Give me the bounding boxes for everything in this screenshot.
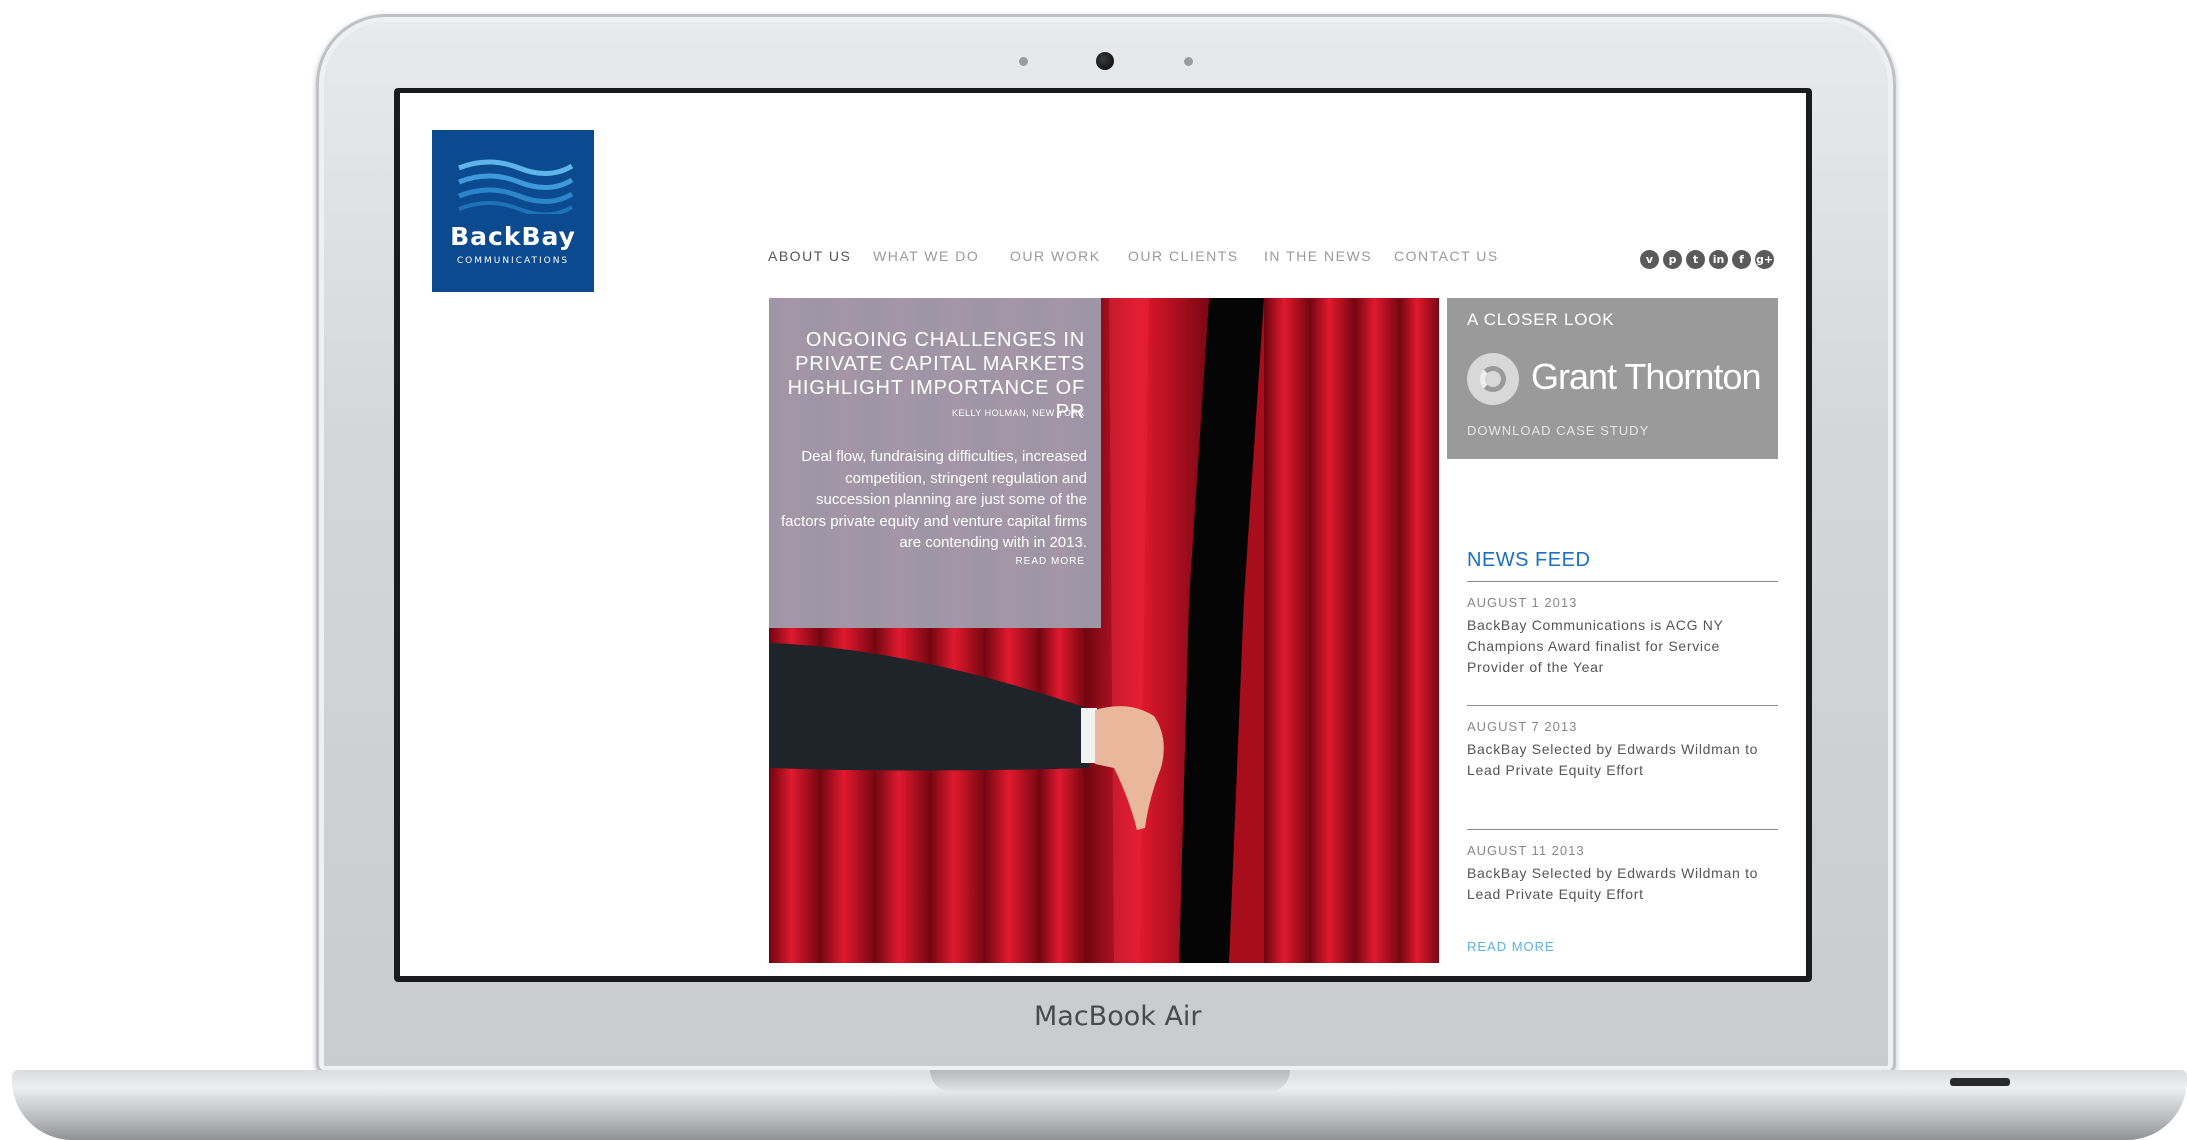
news-item[interactable]: AUGUST 11 2013 BackBay Selected by Edwar…: [1467, 843, 1778, 905]
news-divider: [1467, 829, 1778, 830]
feature-body: Deal flow, fundraising difficulties, inc…: [781, 448, 1087, 551]
news-read-more-link[interactable]: READ MORE: [1467, 939, 1555, 954]
nav-in-the-news[interactable]: IN THE NEWS: [1264, 248, 1372, 264]
base-slot: [1950, 1078, 2010, 1086]
news-date: AUGUST 11 2013: [1467, 843, 1585, 858]
nav-about-us[interactable]: ABOUT US: [768, 248, 851, 264]
news-text[interactable]: BackBay Selected by Edwards Wildman to L…: [1467, 863, 1778, 905]
sensor-right: [1184, 57, 1193, 66]
base-notch: [930, 1070, 1290, 1092]
hero-curtain-image: ONGOING CHALLENGES IN PRIVATE CAPITAL MA…: [769, 298, 1439, 963]
news-item[interactable]: AUGUST 7 2013 BackBay Selected by Edward…: [1467, 719, 1778, 781]
backbay-logo[interactable]: BackBay COMMUNICATIONS: [432, 130, 594, 292]
news-divider: [1467, 581, 1778, 582]
twitter-icon[interactable]: t: [1686, 250, 1705, 269]
closer-look-card[interactable]: A CLOSER LOOK Grant Thornton DOWNLOAD CA…: [1447, 298, 1778, 459]
linkedin-icon[interactable]: in: [1709, 250, 1728, 269]
google-plus-icon[interactable]: g+: [1755, 250, 1774, 269]
feature-card: ONGOING CHALLENGES IN PRIVATE CAPITAL MA…: [769, 298, 1101, 628]
logo-name: BackBay: [450, 222, 576, 251]
closer-look-heading: A CLOSER LOOK: [1467, 310, 1615, 329]
nav-our-clients[interactable]: OUR CLIENTS: [1128, 248, 1239, 264]
news-date: AUGUST 1 2013: [1467, 595, 1578, 610]
vimeo-icon[interactable]: v: [1640, 250, 1659, 269]
news-feed-title: NEWS FEED: [1467, 549, 1591, 571]
device-brand-label: MacBook Air: [1034, 1001, 1202, 1032]
nav-contact-us[interactable]: CONTACT US: [1394, 248, 1499, 264]
pinterest-icon[interactable]: p: [1663, 250, 1682, 269]
website-screen: BackBay COMMUNICATIONS ABOUT US WHAT WE …: [400, 93, 1806, 976]
waves-icon: [458, 159, 574, 214]
news-text[interactable]: BackBay Communications is ACG NY Champio…: [1467, 615, 1778, 678]
news-item[interactable]: AUGUST 1 2013 BackBay Communications is …: [1467, 595, 1778, 678]
camera: [1096, 52, 1114, 70]
nav-our-work[interactable]: OUR WORK: [1010, 248, 1101, 264]
news-divider: [1467, 705, 1778, 706]
grant-thornton-logo-icon: [1467, 353, 1519, 405]
logo-subtitle: COMMUNICATIONS: [456, 256, 570, 266]
nav-what-we-do[interactable]: WHAT WE DO: [873, 248, 979, 264]
download-case-study-link[interactable]: DOWNLOAD CASE STUDY: [1467, 423, 1649, 438]
sensor-left: [1019, 57, 1028, 66]
feature-byline: KELLY HOLMAN, NEW YORK: [951, 408, 1085, 418]
client-name: Grant Thornton: [1531, 356, 1761, 397]
news-text[interactable]: BackBay Selected by Edwards Wildman to L…: [1467, 739, 1778, 781]
news-date: AUGUST 7 2013: [1467, 719, 1578, 734]
facebook-icon[interactable]: f: [1732, 250, 1751, 269]
feature-read-more-link[interactable]: READ MORE: [1015, 556, 1085, 567]
